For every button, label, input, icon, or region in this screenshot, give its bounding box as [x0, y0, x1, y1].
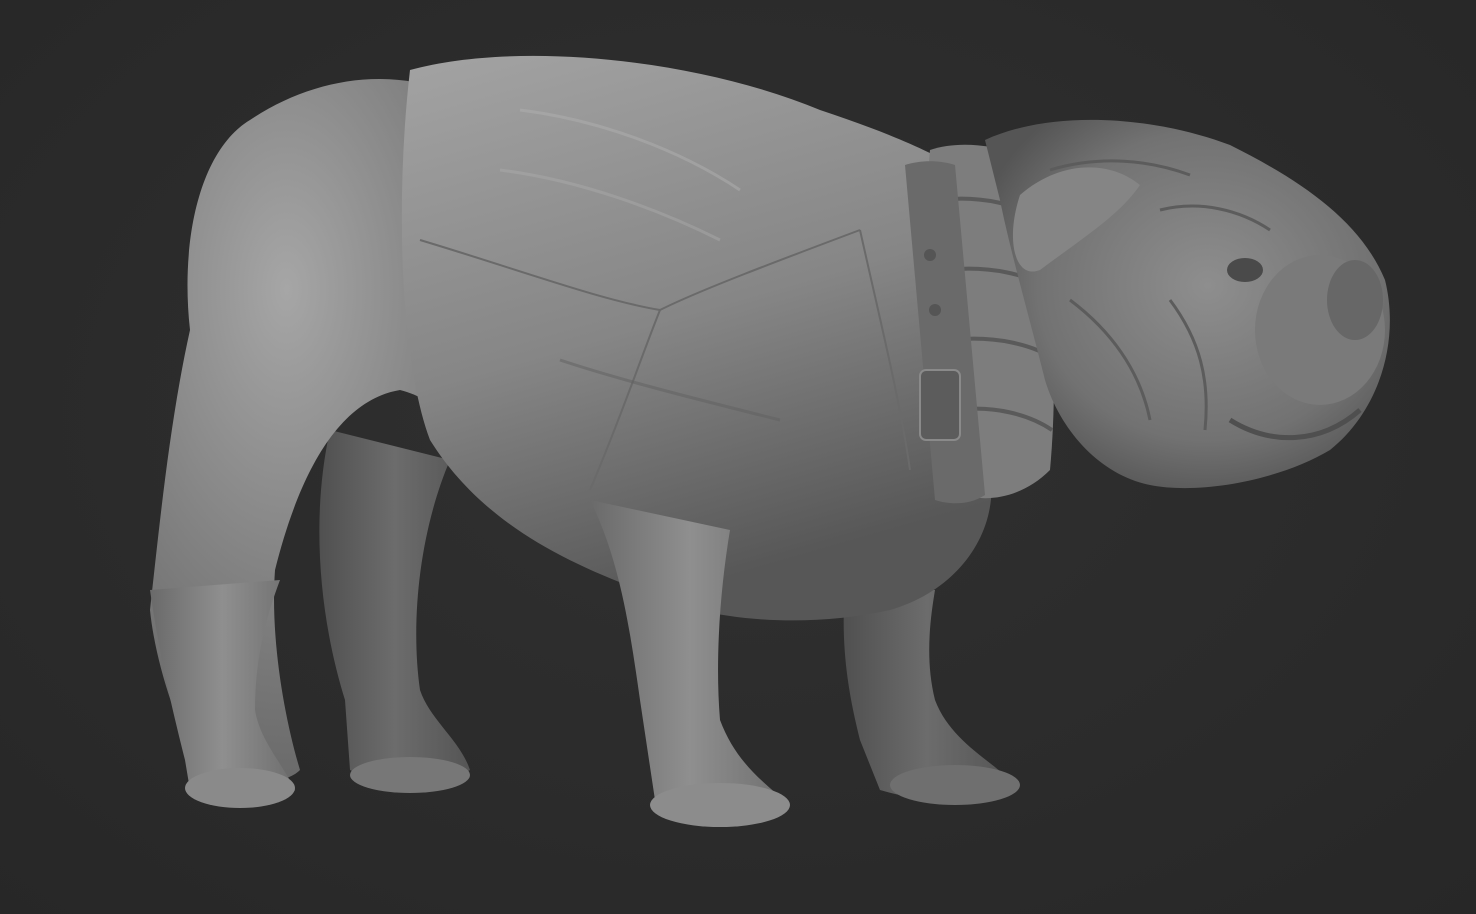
- nose: [1327, 260, 1383, 340]
- collar-buckle: [919, 369, 961, 441]
- sculpt-viewport[interactable]: [0, 0, 1476, 914]
- far-front-paw: [890, 765, 1020, 805]
- bulldog-sculpt-icon: [150, 55, 1390, 827]
- near-front-paw: [650, 783, 790, 827]
- far-back-leg: [319, 430, 470, 784]
- near-back-paw: [185, 768, 295, 808]
- far-back-paw: [350, 757, 470, 793]
- eye: [1227, 258, 1263, 282]
